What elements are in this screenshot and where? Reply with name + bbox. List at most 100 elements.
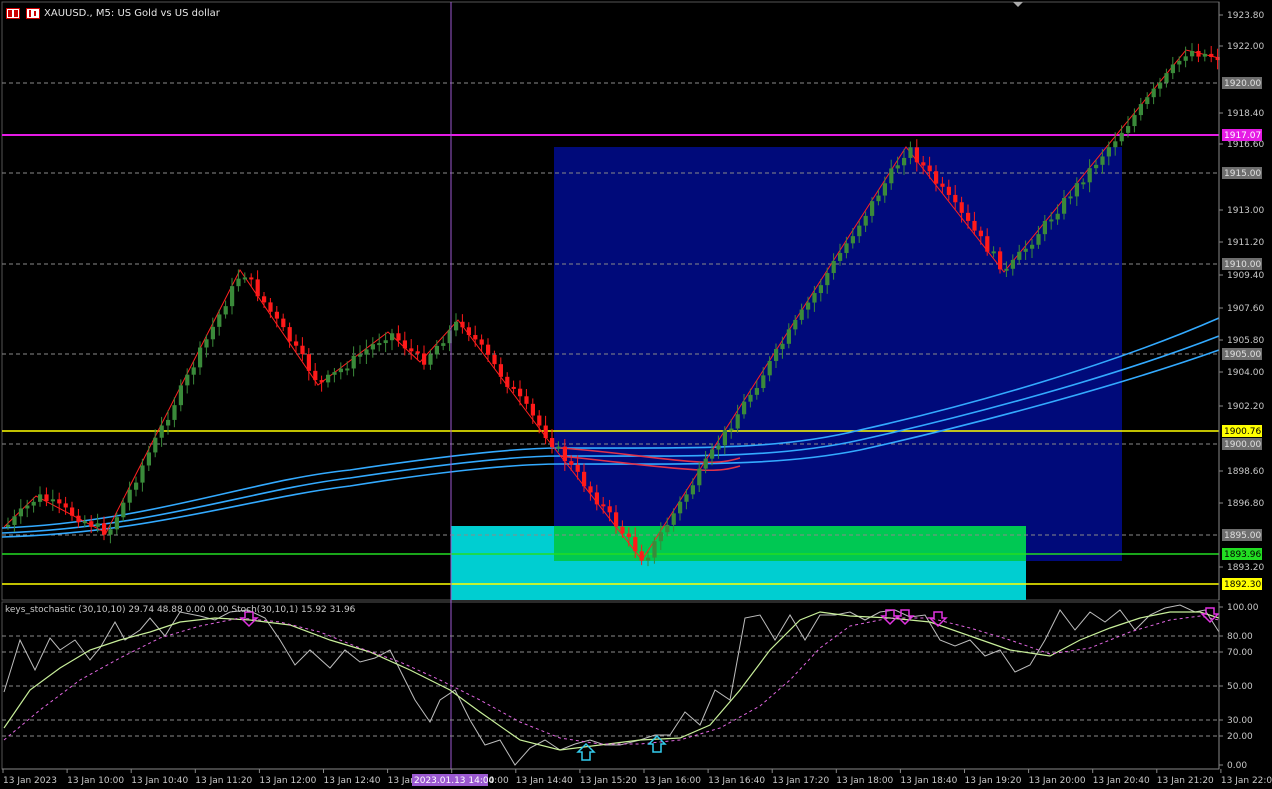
time-tick-label: 13 Jan 21:20 <box>1157 776 1214 786</box>
candle-body <box>18 508 23 517</box>
time-tick-label: 13 Jan 14:40 <box>516 776 573 786</box>
price-badge-label: 1920.00 <box>1224 79 1261 89</box>
candle-body <box>652 541 657 558</box>
candle-body <box>870 201 875 216</box>
candle-body <box>102 523 107 535</box>
candle-body <box>569 461 574 465</box>
candle-body <box>946 186 951 195</box>
candle-body <box>172 405 177 420</box>
candle-body <box>665 524 670 533</box>
candle-body <box>1010 259 1015 269</box>
chart-menu-icon[interactable] <box>6 8 20 19</box>
candle-body <box>486 344 491 355</box>
candle-body <box>850 236 855 244</box>
candle-body <box>966 212 971 221</box>
price-chart[interactable]: 1923.80 1922.00 1918.40 1916.60 1913.00 1911.… <box>0 0 1272 789</box>
candle-body <box>658 532 663 542</box>
green-zone <box>554 526 1026 561</box>
candle-body <box>454 321 459 331</box>
candle-body <box>255 279 260 297</box>
price-axis[interactable]: 1923.80 1922.00 1918.40 1916.60 1913.00 1911.… <box>1218 2 1264 600</box>
candle-body <box>402 340 407 349</box>
price-badge-label: 1910.00 <box>1224 260 1261 270</box>
candle-body <box>524 396 529 404</box>
candle-body <box>786 329 791 344</box>
candle-body <box>742 401 747 415</box>
candle-body <box>479 339 484 345</box>
candle-body <box>678 501 683 514</box>
chart-type-icon[interactable] <box>26 8 40 19</box>
price-badge-label: 1915.00 <box>1224 169 1261 179</box>
candle-body <box>306 354 311 371</box>
candle-body <box>1036 234 1041 245</box>
price-tick-label: 1902.20 <box>1227 402 1264 412</box>
price-badge-label: 1895.00 <box>1224 531 1261 541</box>
candle-body <box>703 458 708 469</box>
candle-body <box>1119 132 1124 142</box>
candle-body <box>601 504 606 507</box>
price-badge-label: 1900.76 <box>1224 427 1261 437</box>
price-tick-label: 1905.80 <box>1227 336 1264 346</box>
candle-body <box>294 341 299 346</box>
candle-body <box>537 415 542 426</box>
candle-body <box>575 464 580 472</box>
time-tick-label: 13 Jan 17:20 <box>772 776 829 786</box>
candle-body <box>594 492 599 505</box>
candle-body <box>857 225 862 237</box>
indicator-label: keys_stochastic (30,10,10) 29.74 48.88 0… <box>5 605 356 615</box>
candle-body <box>716 445 721 450</box>
crosshair-time-label: 2023.01.13 14:00 <box>414 776 495 786</box>
candle-body <box>838 252 843 261</box>
candle-body <box>978 230 983 237</box>
candle-body <box>793 319 798 330</box>
candle-body <box>82 521 87 524</box>
candle-body <box>1126 126 1131 133</box>
candle-body <box>1100 156 1105 165</box>
candle-body <box>57 499 62 504</box>
candle-body <box>1062 198 1067 214</box>
candle-body <box>492 354 497 365</box>
candle-body <box>543 425 548 439</box>
candle-body <box>646 557 651 561</box>
chart-window[interactable]: 1923.80 1922.00 1918.40 1916.60 1913.00 1911.… <box>0 0 1272 789</box>
candle-body <box>370 344 375 350</box>
candle-body <box>876 195 881 202</box>
candle-body <box>626 533 631 538</box>
price-tick-label: 1896.80 <box>1227 499 1264 509</box>
candle-body <box>466 327 471 336</box>
osc-tick-label: 50.00 <box>1227 682 1253 692</box>
price-tick-label: 1907.60 <box>1227 304 1264 314</box>
candle-body <box>358 354 363 357</box>
candle-body <box>1145 97 1150 105</box>
time-tick-label: 13 Jan 19:20 <box>965 776 1022 786</box>
osc-tick-label: 100.00 <box>1227 603 1259 613</box>
candle-body <box>268 302 273 312</box>
candle-body <box>1004 268 1009 271</box>
candle-body <box>729 428 734 431</box>
candle-body <box>332 372 337 375</box>
candle-body <box>25 505 30 509</box>
candle-body <box>1030 244 1035 249</box>
candle-body <box>767 360 772 376</box>
candle-body <box>754 388 759 395</box>
candle-body <box>1132 115 1137 127</box>
candle-body <box>972 220 977 231</box>
candle-body <box>1183 56 1188 61</box>
oscillator-axis[interactable]: 100.00 80.00 70.00 50.00 30.00 20.00 0.00 <box>1218 602 1259 771</box>
candle-body <box>338 368 343 373</box>
candle-body <box>428 354 433 365</box>
candle-body <box>710 449 715 459</box>
candle-body <box>902 157 907 166</box>
candle-body <box>722 430 727 446</box>
candle-body <box>217 314 222 327</box>
candle-body <box>825 273 830 286</box>
candle-body <box>1164 73 1169 83</box>
candle-body <box>1074 183 1079 197</box>
candle-body <box>1209 53 1214 57</box>
candle-body <box>991 251 996 254</box>
price-tick-label: 1909.40 <box>1227 271 1264 281</box>
candle-body <box>895 165 900 169</box>
time-axis[interactable]: 13 Jan 2023 13 Jan 10:00 13 Jan 10:40 13 Ja… <box>2 768 1272 786</box>
candle-body <box>422 353 427 365</box>
candle-body <box>921 162 926 166</box>
